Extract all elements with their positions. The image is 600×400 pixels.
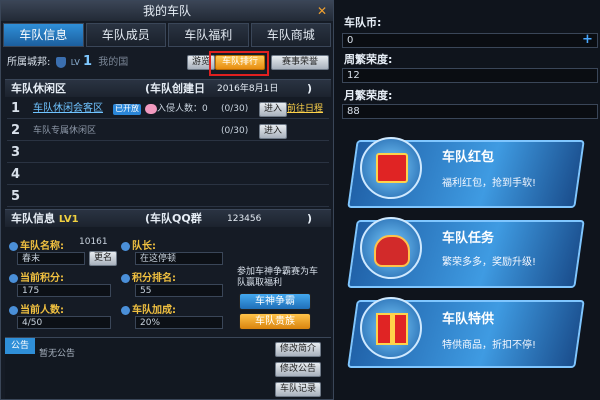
title-bar: 我的车队 ✕ (1, 1, 333, 21)
invite-count: 入侵人数：0 (157, 104, 208, 114)
lounge-name: 车队专属休闲区 (33, 126, 97, 136)
card-title: 车队任务 (442, 231, 495, 246)
info-dot-icon (9, 305, 18, 315)
lounge-link[interactable]: 车队休闲会客区 (33, 99, 103, 119)
enter-button[interactable]: 进入 (259, 102, 288, 117)
rank-label: 积分排名: (121, 269, 176, 284)
close-icon[interactable]: ✕ (317, 1, 327, 21)
lounge-title: 车队休闲区 (11, 82, 66, 95)
row-number: 5 (11, 189, 21, 204)
info-dot-icon (121, 241, 130, 251)
info-dot-icon (9, 273, 18, 283)
team-level: LV1 (58, 214, 79, 225)
rank-value: 55 (135, 284, 223, 297)
battle-note: 参加车神争霸赛为车队赢取福利 (237, 267, 319, 288)
lounge-header: 车队休闲区 (车队创建日 2016年8月1日 ) (5, 79, 331, 97)
card-subtitle: 福利红包，抢到手软! (442, 178, 537, 189)
info-header: 车队信息 LV1 (车队QQ群 123456 ) (5, 209, 331, 227)
capacity: (0/30) (221, 104, 249, 114)
team-log-button[interactable]: 车队记录 (275, 382, 322, 397)
info-dot-icon (121, 305, 130, 315)
info-title: 车队信息 (11, 212, 55, 225)
lounge-row: 5 (7, 187, 329, 207)
window-title: 我的车队 (142, 4, 191, 18)
points-label: 当前积分: (9, 269, 64, 284)
noble-button[interactable]: 车队贵族 (239, 313, 311, 330)
card-subtitle: 特供商品，折扣不停! (442, 340, 537, 351)
city-lv-number: 1 (83, 54, 93, 69)
tab-team-shop[interactable]: 车队商城 (250, 23, 331, 47)
edit-notice-button[interactable]: 修改公告 (275, 362, 322, 377)
card-title: 车队红包 (442, 150, 495, 165)
row-number: 3 (11, 145, 21, 160)
card-subtitle: 繁荣多多，奖励升级! (442, 257, 537, 268)
announcement-text: 暂无公告 (39, 349, 76, 359)
team-id: 10161 (79, 237, 108, 247)
lounge-row: 1 车队休闲会客区 已开放 入侵人数：0 (0/30) 进入 前往日程 (7, 99, 329, 119)
battle-button[interactable]: 车神争霸 (239, 293, 311, 310)
created-date: 2016年8月1日 (217, 84, 279, 94)
lucky-bag-icon (360, 217, 422, 279)
leader-label: 队长: (121, 237, 156, 252)
weekly-value: 12 (342, 68, 598, 83)
created-paren: ) (307, 82, 313, 95)
team-window: 我的车队 ✕ 车队信息 车队成员 车队福利 车队商城 所属城邦: LV 1 我的… (0, 0, 334, 400)
tab-team-welfare[interactable]: 车队福利 (168, 23, 249, 47)
highlight-box (209, 51, 269, 76)
leader-value: 在这停顿 (135, 252, 223, 265)
team-name-label: 车队名称: (9, 237, 64, 252)
gift-box-icon (360, 297, 422, 359)
row-number: 1 (11, 101, 21, 116)
announcement-panel: 公告 暂无公告 修改简介 修改公告 车队记录 (5, 337, 331, 399)
qq-label: (车队QQ群 (145, 212, 202, 225)
tab-team-members[interactable]: 车队成员 (85, 23, 166, 47)
row-number: 2 (11, 123, 21, 138)
rename-button[interactable]: 更名 (89, 251, 118, 266)
coin-label: 车队币: (344, 16, 382, 29)
coin-value: 0 (342, 33, 598, 48)
points-value: 175 (17, 284, 111, 297)
shield-icon (55, 56, 66, 68)
lounge-row: 3 (7, 143, 329, 163)
info-dot-icon (121, 273, 130, 283)
row-number: 4 (11, 167, 21, 182)
plus-icon[interactable]: + (582, 32, 593, 47)
qq-number: 123456 (227, 214, 262, 224)
schedule-link[interactable]: 前往日程 (287, 99, 323, 119)
tab-bar: 车队信息 车队成员 车队福利 车队商城 (3, 23, 333, 47)
lounge-row: 4 (7, 165, 329, 185)
qq-paren: ) (307, 212, 313, 225)
info-dot-icon (9, 241, 18, 251)
tab-team-info[interactable]: 车队信息 (3, 23, 84, 47)
city-lv-prefix: LV (70, 58, 80, 67)
enter-button[interactable]: 进入 (259, 124, 288, 139)
card-title: 车队特供 (442, 312, 495, 327)
members-value: 4/50 (17, 316, 111, 329)
members-label: 当前人数: (9, 301, 64, 316)
team-name-value: 春末 (17, 252, 85, 265)
right-panel: 车队币: 0 + 周繁荣度: 12 月繁荣度: 88 车队红包 福利红包，抢到手… (334, 0, 600, 400)
monthly-label: 月繁荣度: (344, 89, 393, 102)
announcement-corner: 公告 (5, 338, 35, 354)
city-label: 所属城邦: (7, 57, 51, 68)
bonus-label: 车队加成: (121, 301, 176, 316)
pig-icon (145, 104, 157, 114)
honor-button[interactable]: 赛事荣誉 (271, 55, 329, 70)
bonus-value: 20% (135, 316, 223, 329)
capacity: (0/30) (221, 126, 249, 136)
weekly-label: 周繁荣度: (344, 53, 393, 66)
city-name: 我的国 (98, 57, 129, 68)
created-label: (车队创建日 (145, 82, 206, 95)
edit-intro-button[interactable]: 修改简介 (275, 342, 322, 357)
red-envelope-icon (360, 137, 422, 199)
lounge-row: 2 车队专属休闲区 (0/30) 进入 (7, 121, 329, 141)
monthly-value: 88 (342, 104, 598, 119)
open-tag: 已开放 (113, 104, 141, 115)
